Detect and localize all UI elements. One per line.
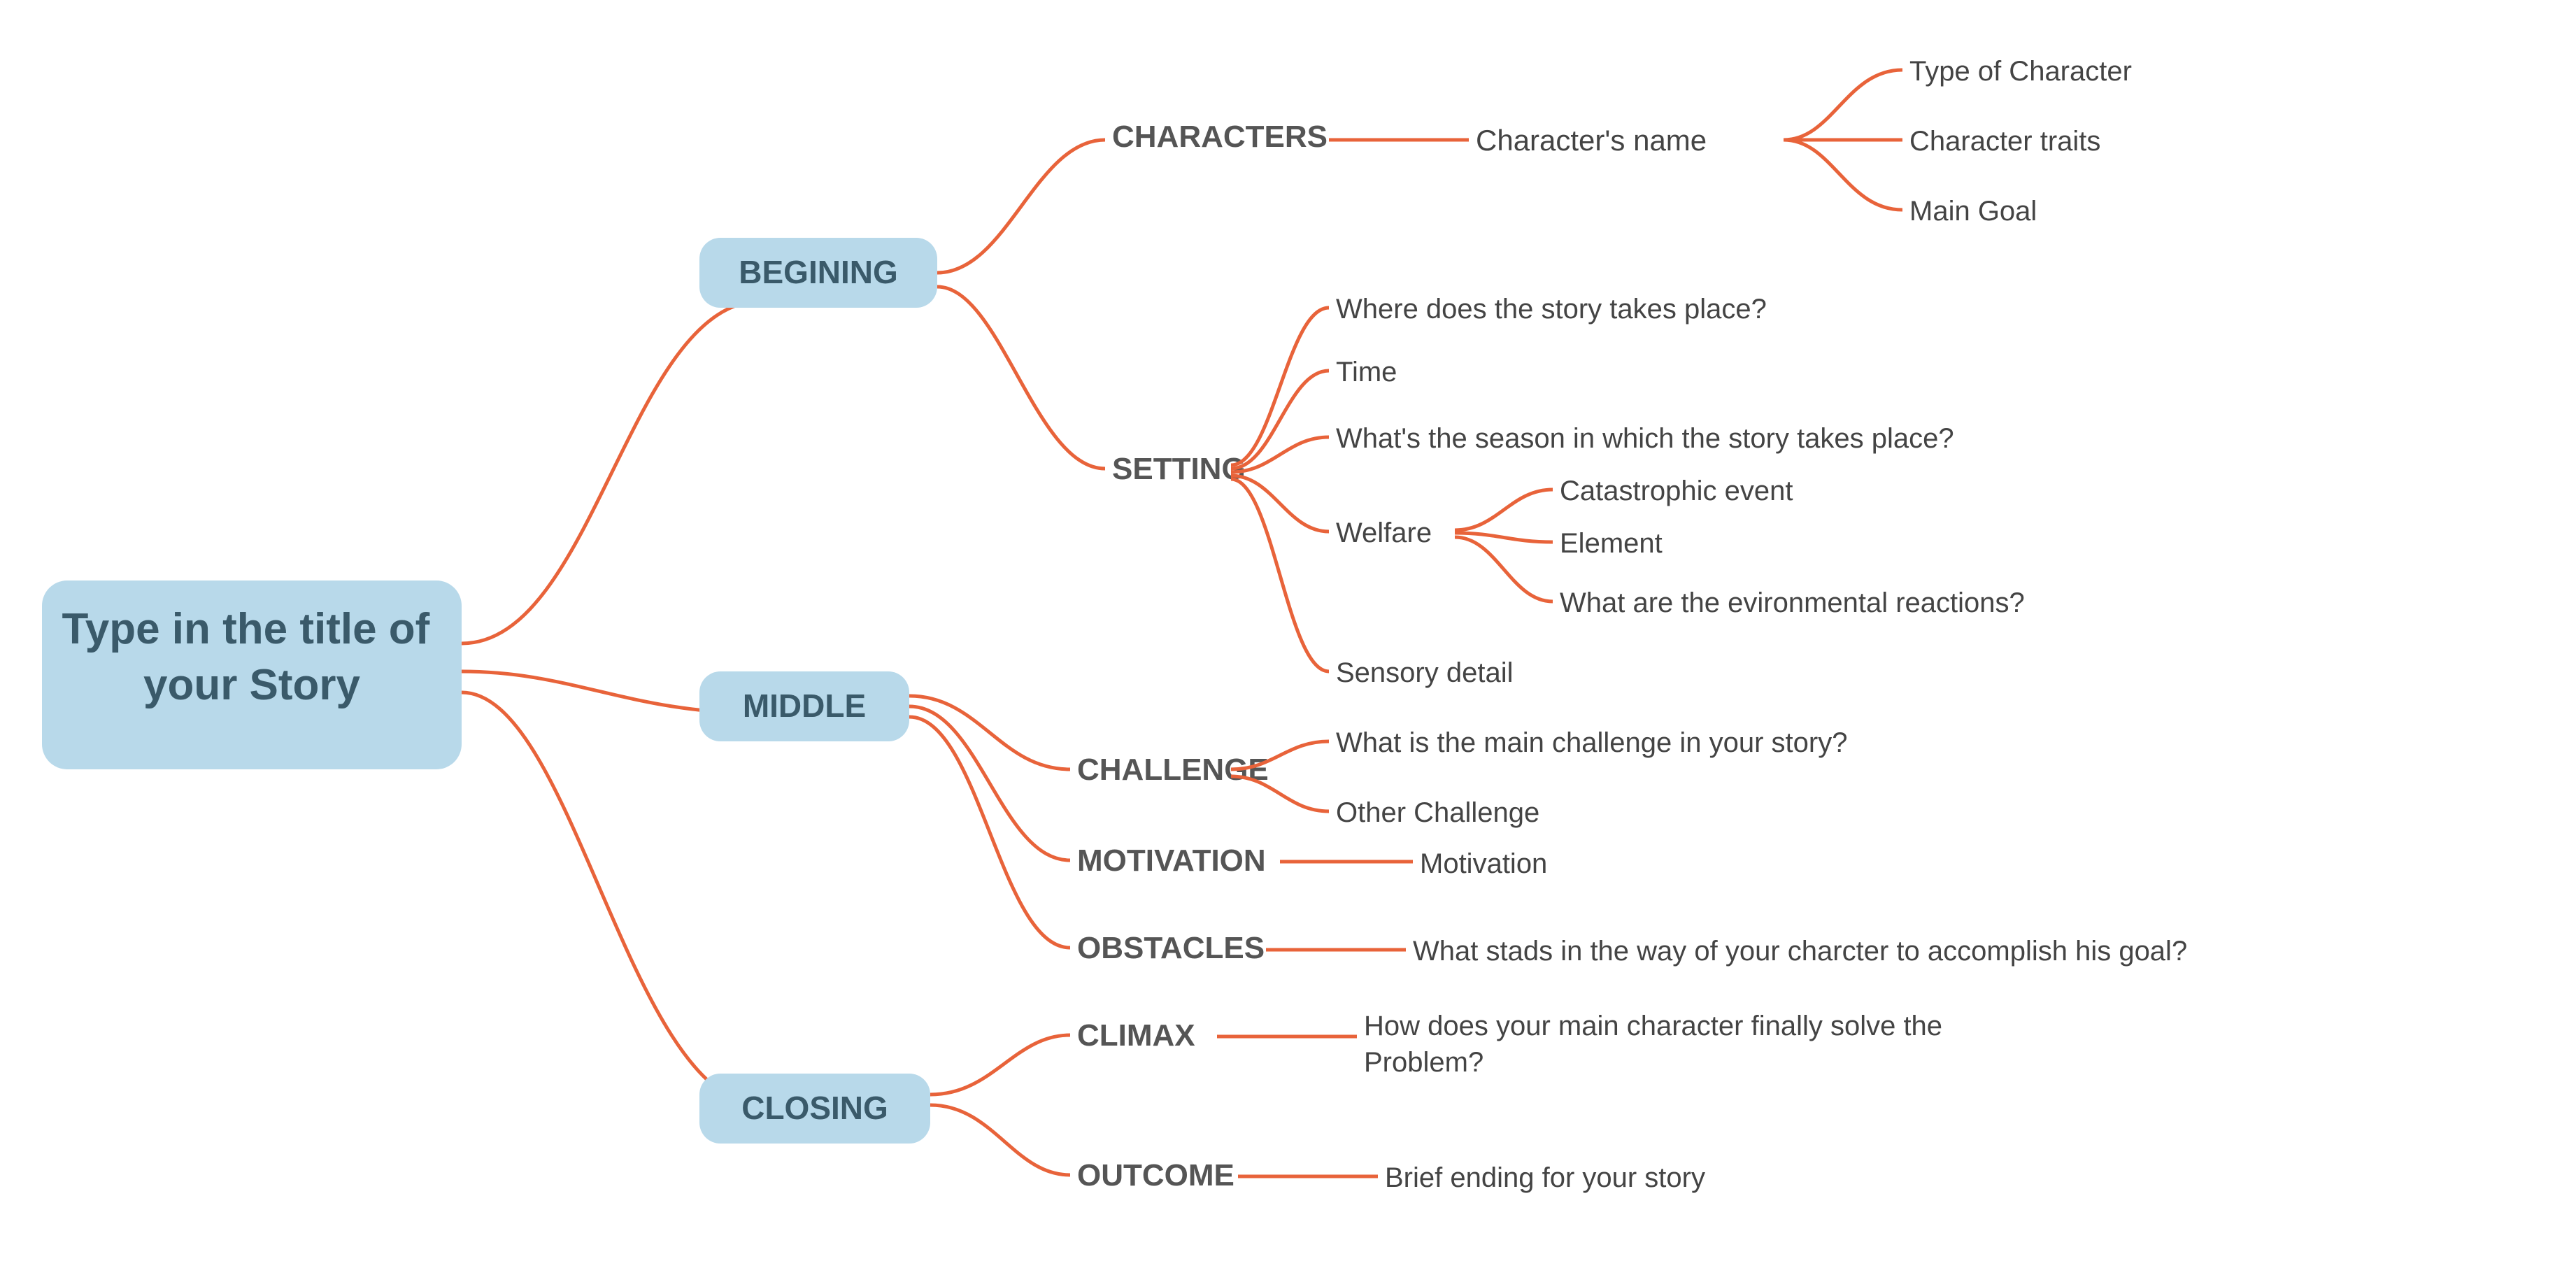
climax-leaf-label: How does your main character finally sol…	[1364, 1011, 1950, 1078]
welfare-to-catastrophic-connector	[1455, 490, 1553, 530]
outcome-label: OUTCOME	[1077, 1158, 1234, 1192]
name-to-goal-connector	[1784, 140, 1902, 210]
motivation-leaf-label: Motivation	[1420, 848, 1547, 879]
catastrophic-label: Catastrophic event	[1560, 476, 1793, 506]
root-to-closing-connector	[462, 692, 762, 1105]
main-goal-label: Main Goal	[1909, 196, 2037, 227]
environmental-label: What are the evironmental reactions?	[1560, 587, 2025, 618]
setting-label: SETTING	[1112, 452, 1246, 486]
middle-to-challenge-connector	[909, 696, 1070, 769]
setting-to-sensory-connector	[1231, 479, 1329, 671]
season-label: What's the season in which the story tak…	[1336, 423, 1954, 454]
welfare-label: Welfare	[1336, 518, 1432, 548]
middle-to-motivation-connector	[909, 706, 1070, 860]
character-traits-label: Character traits	[1909, 126, 2100, 157]
characters-name-label: Character's name	[1476, 124, 1707, 157]
climax-label: CLIMAX	[1077, 1018, 1195, 1053]
type-of-character-label: Type of Character	[1909, 56, 2132, 87]
welfare-to-env-connector	[1455, 537, 1553, 601]
where-label: Where does the story takes place?	[1336, 294, 1767, 325]
closing-to-climax-connector	[930, 1035, 1070, 1095]
characters-label: CHARACTERS	[1112, 120, 1328, 154]
root-to-beginning-connector	[462, 301, 762, 643]
sensory-label: Sensory detail	[1336, 657, 1513, 688]
closing-to-outcome-connector	[930, 1105, 1070, 1175]
obstacles-label: OBSTACLES	[1077, 931, 1265, 965]
setting-to-where-connector	[1231, 308, 1329, 465]
middle-to-obstacles-connector	[909, 717, 1070, 948]
setting-to-season-connector	[1231, 437, 1329, 472]
middle-label: MIDDLE	[743, 688, 866, 724]
time-label: Time	[1336, 357, 1397, 387]
setting-to-welfare-connector	[1231, 476, 1329, 532]
main-challenge-label: What is the main challenge in your story…	[1336, 727, 1847, 758]
outcome-leaf-label: Brief ending for your story	[1385, 1162, 1705, 1193]
beginning-label: BEGINING	[739, 254, 897, 290]
beginning-to-characters-connector	[937, 140, 1105, 273]
name-to-type-connector	[1784, 70, 1902, 140]
other-challenge-label: Other Challenge	[1336, 797, 1539, 828]
element-label: Element	[1560, 528, 1663, 559]
beginning-to-setting-connector	[937, 287, 1105, 469]
obstacles-leaf-label: What stads in the way of your charcter t…	[1413, 936, 2187, 967]
closing-label: CLOSING	[741, 1090, 888, 1126]
motivation-label: MOTIVATION	[1077, 843, 1266, 878]
